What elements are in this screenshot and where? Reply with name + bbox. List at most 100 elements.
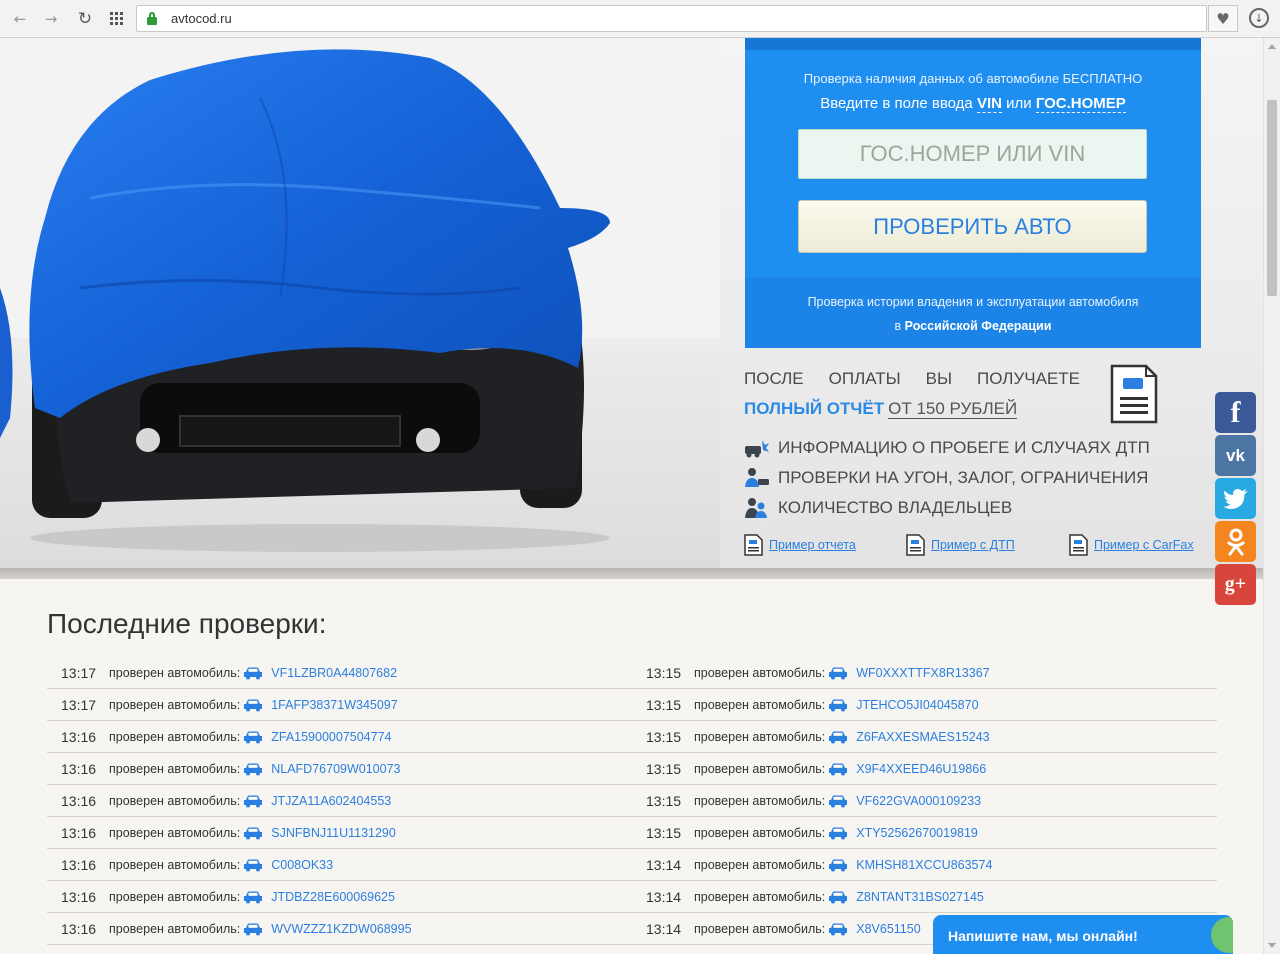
check-time: 13:16	[61, 889, 97, 905]
facebook-share-button[interactable]: f	[1215, 392, 1256, 433]
example-report-link[interactable]: Пример отчета	[744, 534, 856, 556]
recent-checks-table: 13:17 проверен автомобиль: VF1LZBR0A448076…	[47, 657, 1217, 945]
check-time: 13:15	[646, 825, 682, 841]
vin-link[interactable]: JTJZA11A602404553	[271, 794, 391, 808]
checked-label: проверен автомобиль:	[694, 730, 826, 744]
vk-icon: vk	[1226, 445, 1245, 465]
bookmark-heart-icon[interactable]: ♥	[1208, 5, 1238, 32]
plate-hint-link[interactable]: ГОС.НОМЕР	[1035, 95, 1126, 113]
history-check-text: Проверка истории владения и эксплуатации…	[807, 295, 1139, 309]
odnoklassniki-share-button[interactable]	[1215, 521, 1256, 562]
vin-link[interactable]: X8V651150	[856, 922, 920, 936]
check-time: 13:15	[646, 729, 682, 745]
vin-link[interactable]: VF622GVA000109233	[856, 794, 981, 808]
car-icon	[829, 731, 848, 744]
check-time: 13:15	[646, 793, 682, 809]
check-entry-left: 13:16 проверен автомобиль: JTJZA11A6024045…	[61, 785, 391, 817]
address-bar[interactable]: avtocod.ru	[136, 5, 1207, 32]
scroll-thumb[interactable]	[1267, 100, 1277, 296]
vin-link[interactable]: JTDBZ28E600069625	[271, 890, 395, 904]
check-time: 13:16	[61, 761, 97, 777]
check-car-button[interactable]: ПРОВЕРИТЬ АВТО	[798, 200, 1147, 253]
vin-link[interactable]: X9F4XXEED46U19866	[856, 762, 986, 776]
vin-link[interactable]: SJNFBNJ11U1131290	[271, 826, 396, 840]
car-icon	[829, 699, 848, 712]
check-time: 13:16	[61, 793, 97, 809]
check-entry-right: 13:15 проверен автомобиль: X9F4XXEED46U198…	[646, 753, 986, 785]
check-entry-left: 13:16 проверен автомобиль: NLAFD76709W0100…	[61, 753, 400, 785]
check-entry-right: 13:15 проверен автомобиль: WF0XXXTTFX8R133…	[646, 657, 990, 689]
reload-icon[interactable]: ↻	[75, 9, 95, 29]
vin-link[interactable]: Z8NTANT31BS027145	[856, 890, 984, 904]
example-accident-text[interactable]: Пример с ДТП	[931, 538, 1015, 552]
download-icon[interactable]: ↓	[1249, 8, 1269, 28]
checked-label: проверен автомобиль:	[694, 794, 826, 808]
check-entry-right: 13:15 проверен автомобиль: VF622GVA0001092…	[646, 785, 981, 817]
car-icon	[244, 827, 263, 840]
checked-label: проверен автомобиль:	[694, 666, 826, 680]
example-carfax-text[interactable]: Пример с CarFax	[1094, 538, 1194, 552]
table-row: 13:16 проверен автомобиль: JTDBZ28E6000696…	[47, 881, 1217, 913]
vin-link[interactable]: WF0XXXTTFX8R13367	[856, 666, 989, 680]
after-word: ПОЛУЧАЕТЕ	[977, 369, 1080, 388]
check-time: 13:14	[646, 889, 682, 905]
vin-hint-link[interactable]: VIN	[976, 95, 1002, 113]
checked-label: проверен автомобиль:	[109, 890, 241, 904]
example-carfax-link[interactable]: Пример с CarFax	[1069, 534, 1194, 556]
vin-link[interactable]: XTY52562670019819	[856, 826, 978, 840]
input-instruction: Введите в поле ввода VIN или ГОС.НОМЕР	[745, 95, 1201, 113]
google-plus-share-button[interactable]: g+	[1215, 564, 1256, 605]
vin-link[interactable]: C008OK33	[271, 858, 333, 872]
chat-widget[interactable]: Напишите нам, мы онлайн!	[933, 915, 1233, 954]
checked-label: проверен автомобиль:	[109, 794, 241, 808]
check-entry-right: 13:15 проверен автомобиль: Z6FAXXESMAES152…	[646, 721, 990, 753]
example-accident-link[interactable]: Пример с ДТП	[906, 534, 1015, 556]
check-entry-left: 13:17 проверен автомобиль: 1FAFP38371W3450…	[61, 689, 398, 721]
instruction-prefix: Введите в поле ввода	[820, 95, 973, 112]
car-icon	[829, 859, 848, 872]
full-report-line: ПОЛНЫЙ ОТЧЁТ ОТ 150 РУБЛЕЙ	[744, 399, 1018, 419]
scroll-down-arrow-icon[interactable]	[1268, 943, 1276, 948]
car-icon	[244, 763, 263, 776]
check-entry-right: 13:14 проверен автомобиль: KMHSH81XCCU8635…	[646, 849, 992, 881]
vk-share-button[interactable]: vk	[1215, 435, 1256, 476]
vin-plate-input[interactable]: ГОС.НОМЕР ИЛИ VIN	[798, 129, 1147, 179]
table-row: 13:16 проверен автомобиль: ZFA159000075047…	[47, 721, 1217, 753]
table-row: 13:16 проверен автомобиль: NLAFD76709W0100…	[47, 753, 1217, 785]
checked-label: проверен автомобиль:	[109, 826, 241, 840]
feature-text: ИНФОРМАЦИЮ О ПРОБЕГЕ И СЛУЧАЯХ ДТП	[778, 438, 1150, 457]
car-icon	[244, 667, 263, 680]
vin-link[interactable]: NLAFD76709W010073	[271, 762, 400, 776]
apps-grid-icon[interactable]	[110, 12, 123, 25]
example-report-text[interactable]: Пример отчета	[769, 538, 856, 552]
vin-link[interactable]: 1FAFP38371W345097	[271, 698, 397, 712]
vin-link[interactable]: WVWZZZ1KZDW068995	[271, 922, 411, 936]
check-time: 13:17	[61, 665, 97, 681]
car-icon	[244, 891, 263, 904]
checked-label: проверен автомобиль:	[694, 858, 826, 872]
checked-label: проверен автомобиль:	[109, 858, 241, 872]
vin-link[interactable]: KMHSH81XCCU863574	[856, 858, 992, 872]
check-time: 13:17	[61, 697, 97, 713]
feature-theft: ПРОВЕРКИ НА УГОН, ЗАЛОГ, ОГРАНИЧЕНИЯ	[744, 467, 1148, 489]
car-icon	[244, 731, 263, 744]
hero-divider	[0, 568, 1263, 579]
scroll-up-arrow-icon[interactable]	[1268, 44, 1276, 49]
crash-car-icon	[745, 440, 769, 458]
vin-link[interactable]: Z6FAXXESMAES15243	[856, 730, 989, 744]
table-row: 13:17 проверен автомобиль: 1FAFP38371W3450…	[47, 689, 1217, 721]
scrollbar[interactable]	[1263, 38, 1280, 954]
forward-arrow-icon[interactable]: →	[41, 9, 61, 29]
checked-label: проверен автомобиль:	[694, 762, 826, 776]
vin-link[interactable]: ZFA15900007504774	[271, 730, 391, 744]
back-arrow-icon[interactable]: ←	[10, 9, 30, 29]
checked-label: проверен автомобиль:	[694, 890, 826, 904]
vin-link[interactable]: JTEHCO5JI04045870	[856, 698, 978, 712]
vin-link[interactable]: VF1LZBR0A44807682	[271, 666, 397, 680]
url-text: avtocod.ru	[171, 11, 232, 26]
twitter-share-button[interactable]	[1215, 478, 1256, 519]
price-link[interactable]: ОТ 150 РУБЛЕЙ	[888, 399, 1018, 419]
recent-checks-title: Последние проверки:	[47, 608, 327, 639]
check-time: 13:15	[646, 697, 682, 713]
car-icon	[829, 795, 848, 808]
